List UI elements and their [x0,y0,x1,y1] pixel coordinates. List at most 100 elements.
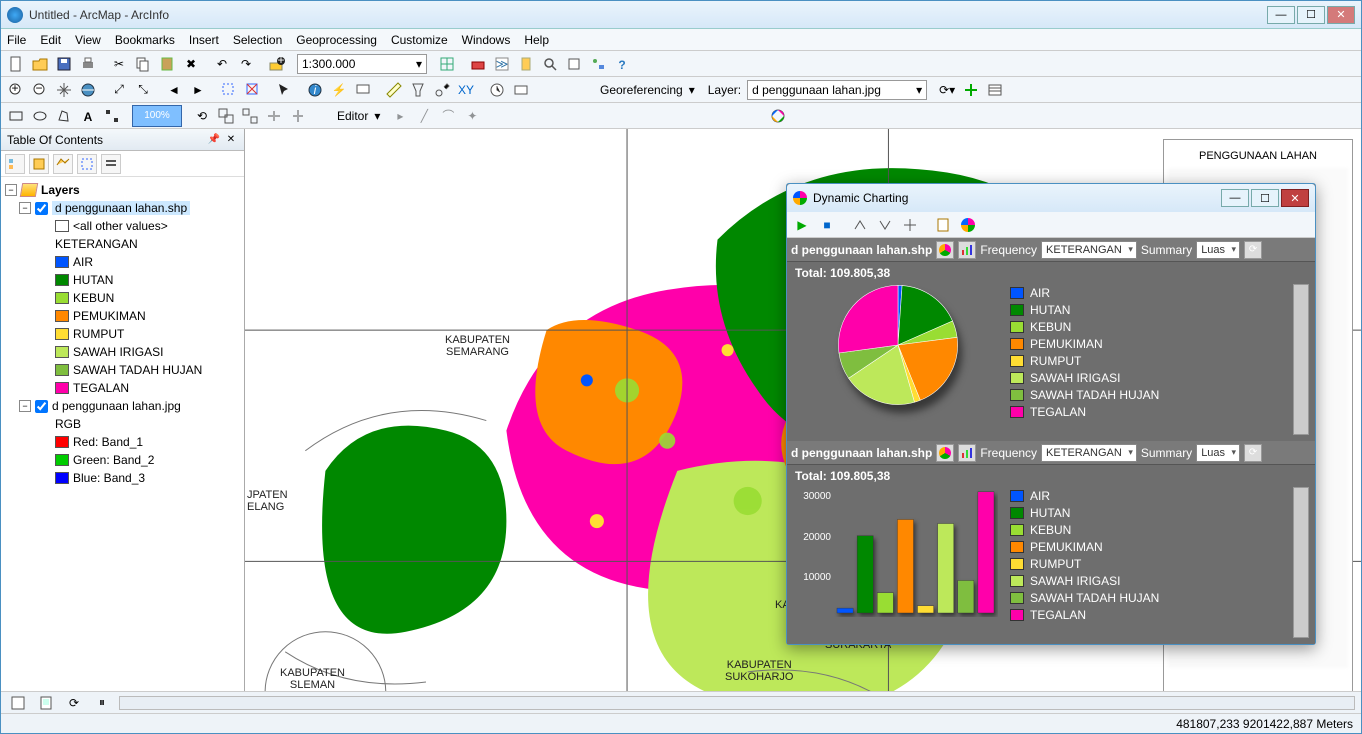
draw-poly-icon[interactable] [53,105,75,127]
draw-oval-icon[interactable] [29,105,51,127]
pan-icon[interactable] [53,79,75,101]
arc-toolbox-icon[interactable] [563,53,585,75]
chart-pie-type-icon[interactable] [957,214,979,236]
pointer-icon[interactable] [273,79,295,101]
clear-select-icon[interactable] [242,79,264,101]
select-icon[interactable] [218,79,240,101]
expander-icon[interactable]: − [5,184,17,196]
freq-combo[interactable]: KETERANGAN [1041,444,1137,462]
layer-visibility-checkbox[interactable] [35,400,48,413]
search-icon[interactable] [539,53,561,75]
pie-type-icon[interactable] [936,241,954,259]
scrollbar-horizontal[interactable] [119,696,1355,710]
menu-help[interactable]: Help [524,33,549,47]
minimize-button[interactable]: — [1267,6,1295,24]
group-icon[interactable] [215,105,237,127]
new-doc-icon[interactable] [5,53,27,75]
menu-insert[interactable]: Insert [189,33,219,47]
menu-geoprocessing[interactable]: Geoprocessing [296,33,377,47]
chart-wheel-icon[interactable] [767,105,789,127]
text-icon[interactable]: A [77,105,99,127]
create-viewer-icon[interactable] [510,79,532,101]
chart-stop-icon[interactable]: ■ [816,214,838,236]
flip-h-icon[interactable] [263,105,285,127]
goto-xy-icon[interactable]: XY [455,79,477,101]
toc-close-icon[interactable]: ✕ [224,133,238,147]
menu-bookmarks[interactable]: Bookmarks [115,33,175,47]
identify-icon[interactable]: i [304,79,326,101]
open-icon[interactable] [29,53,51,75]
find-icon[interactable] [407,79,429,101]
menu-customize[interactable]: Customize [391,33,448,47]
chart-sort-asc-icon[interactable] [849,214,871,236]
layer-visibility-checkbox[interactable] [35,202,48,215]
fixed-zoom-out-icon[interactable]: ⤡ [132,79,154,101]
georef-addpoint-icon[interactable] [960,79,982,101]
expander-icon[interactable]: − [19,400,31,412]
menu-selection[interactable]: Selection [233,33,282,47]
toc-list-by-source-icon[interactable] [29,154,49,174]
pause-draw-icon[interactable]: ⏸ [91,692,113,714]
layer-combo[interactable]: d penggunaan lahan.jpg▾ [747,80,927,100]
toc-tree[interactable]: −Layers −d penggunaan lahan.shp <all oth… [1,177,244,691]
find-route-icon[interactable] [431,79,453,101]
draw-rect-icon[interactable] [5,105,27,127]
toc-list-by-drawing-icon[interactable] [5,154,25,174]
layout-view-tab[interactable] [35,692,57,714]
undo-icon[interactable]: ↶ [211,53,233,75]
menu-edit[interactable]: Edit [40,33,61,47]
maximize-button[interactable]: ☐ [1297,6,1325,24]
bar-type-icon[interactable] [958,241,976,259]
catalog-icon[interactable] [515,53,537,75]
dynamic-charting-window[interactable]: Dynamic Charting — ☐ ✕ ▶ ■ d penggunaan … [786,183,1316,645]
legend-scrollbar[interactable] [1293,284,1309,435]
bar-type-icon[interactable] [958,444,976,462]
scale-input[interactable]: 1:300.000▾ [297,54,427,74]
edit-vertex-icon[interactable]: ✦ [461,105,483,127]
refresh-icon[interactable]: ⟳ [63,692,85,714]
chart-report-icon[interactable] [932,214,954,236]
chart-min-button[interactable]: — [1221,189,1249,207]
sum-combo[interactable]: Luas [1196,241,1240,259]
menu-file[interactable]: File [7,33,26,47]
layer-shp[interactable]: d penggunaan lahan.shp [52,201,190,215]
delete-icon[interactable]: ✖ [180,53,202,75]
toc-list-by-selection-icon[interactable] [77,154,97,174]
toc-options-icon[interactable] [101,154,121,174]
edit-arc-icon[interactable]: ⌒ [437,105,459,127]
edit-vertices-icon[interactable] [101,105,123,127]
fixed-zoom-in-icon[interactable]: ⤢ [108,79,130,101]
zoom-pct[interactable]: 100% [132,105,182,127]
model-builder-icon[interactable] [587,53,609,75]
next-extent-icon[interactable]: ► [187,79,209,101]
save-icon[interactable] [53,53,75,75]
chart-sort-desc-icon[interactable] [874,214,896,236]
chart-max-button[interactable]: ☐ [1251,189,1279,207]
prev-extent-icon[interactable]: ◄ [163,79,185,101]
menu-view[interactable]: View [75,33,101,47]
toc-list-by-visibility-icon[interactable] [53,154,73,174]
sum-combo[interactable]: Luas [1196,444,1240,462]
paste-icon[interactable] [156,53,178,75]
georef-links-icon[interactable] [984,79,1006,101]
hyperlink-icon[interactable]: ⚡ [328,79,350,101]
flip-v-icon[interactable] [287,105,309,127]
menu-windows[interactable]: Windows [462,33,511,47]
print-icon[interactable] [77,53,99,75]
add-data-icon[interactable]: + [266,53,288,75]
copy-icon[interactable] [132,53,154,75]
cut-icon[interactable]: ✂ [108,53,130,75]
layers-root[interactable]: Layers [41,183,80,197]
html-popup-icon[interactable] [352,79,374,101]
expander-icon[interactable]: − [19,202,31,214]
help-icon[interactable]: ? [611,53,633,75]
pie-type-icon[interactable] [936,444,954,462]
redo-icon[interactable]: ↷ [235,53,257,75]
editor-toolbar-icon[interactable] [436,53,458,75]
chart-zoom-icon[interactable] [899,214,921,236]
time-slider-icon[interactable] [486,79,508,101]
edit-pointer-icon[interactable]: ▸ [389,105,411,127]
refresh-chart-icon[interactable]: ⟳ [1244,241,1262,259]
measure-icon[interactable] [383,79,405,101]
edit-line-icon[interactable]: ╱ [413,105,435,127]
